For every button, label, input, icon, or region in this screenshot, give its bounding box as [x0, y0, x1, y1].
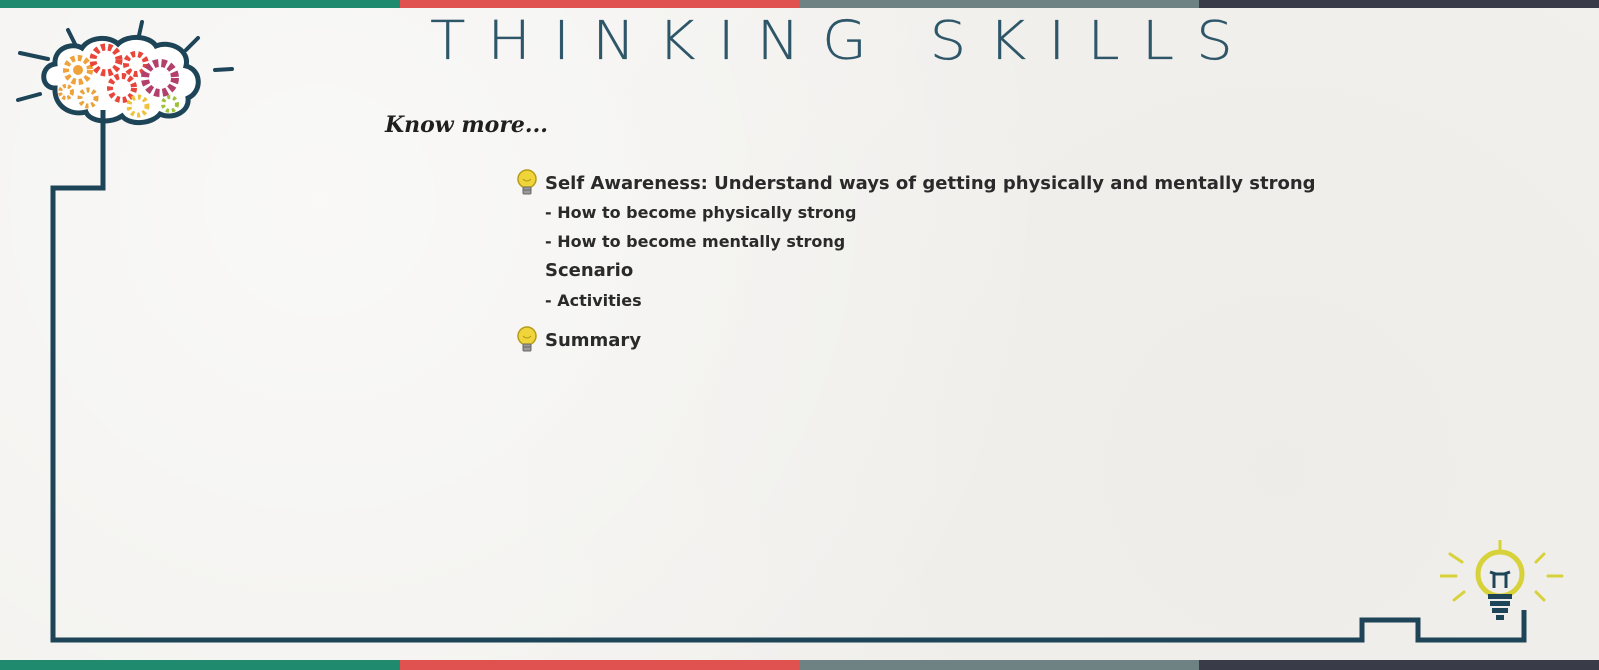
sub-item-physically-strong: - How to become physically strong [545, 203, 857, 222]
glowing-lightbulb-icon [1440, 540, 1564, 620]
top-color-stripe [0, 0, 1599, 8]
slide-content: Self Awareness: Understand ways of getti… [515, 168, 1335, 355]
bullet-item-self-awareness: Self Awareness: Understand ways of getti… [515, 168, 1335, 198]
bullet-label: Summary [545, 329, 642, 351]
sub-item-mentally-strong: - How to become mentally strong [545, 232, 846, 251]
brain-gears-icon [16, 20, 234, 125]
sub-item-activities: - Activities [545, 291, 642, 310]
lightbulb-icon [517, 326, 537, 352]
slide-subtitle: Know more... [385, 112, 548, 138]
lightbulb-icon [517, 169, 537, 195]
bullet-label: Self Awareness: Understand ways of getti… [545, 172, 1316, 194]
bottom-color-stripe [0, 660, 1599, 670]
bullet-item-summary: Summary [515, 325, 1335, 355]
slide-title: THINKING SKILLS [430, 9, 1255, 72]
section-heading-scenario: Scenario [545, 260, 634, 281]
